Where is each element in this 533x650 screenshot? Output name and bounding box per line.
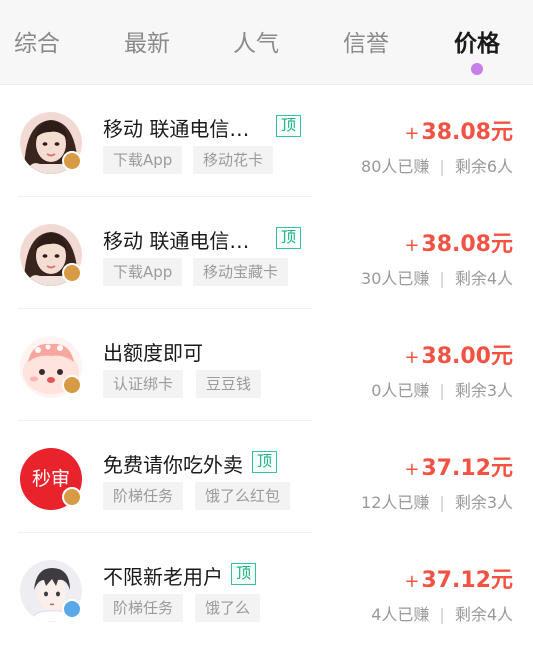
task-tag: 阶梯任务 xyxy=(103,482,184,510)
price-value: 38.08元 xyxy=(421,120,513,145)
task-tag: 认证绑卡 xyxy=(103,370,184,398)
remaining-count: 剩余4人 xyxy=(454,269,513,288)
active-tab-indicator xyxy=(471,63,483,75)
task-tag: 下载App xyxy=(103,146,183,174)
task-list-item[interactable]: 不限新老用户 顶 阶梯任务 饿了么 +37.12元 4人已赚 | 剩余4人 xyxy=(0,533,533,645)
remaining-count: 剩余6人 xyxy=(454,157,513,176)
task-stats: 80人已赚 | 剩余6人 xyxy=(361,153,513,177)
stats-divider: | xyxy=(439,269,445,288)
stats-divider: | xyxy=(439,381,445,400)
task-list-item[interactable]: 出额度即可 认证绑卡 豆豆钱 +38.00元 0人已赚 | 剩余3人 xyxy=(0,309,533,421)
reward-price: +37.12元 xyxy=(404,450,513,482)
task-title: 免费请你吃外卖 xyxy=(103,453,243,477)
earned-count: 0人已赚 xyxy=(371,381,430,400)
earned-count: 30人已赚 xyxy=(361,269,430,288)
remaining-count: 剩余3人 xyxy=(454,493,513,512)
price-value: 37.12元 xyxy=(421,456,513,481)
task-title: 移动 联通电信… xyxy=(103,229,250,253)
reward-price: +38.00元 xyxy=(404,338,513,370)
price-plus-sign: + xyxy=(404,235,420,256)
tab-newest[interactable]: 最新 xyxy=(124,24,170,58)
remaining-count: 剩余4人 xyxy=(454,605,513,624)
task-list: 移动 联通电信… 顶 下载App 移动花卡 +38.08元 80人已赚 | 剩余6人… xyxy=(0,85,533,645)
gold-level-badge-icon xyxy=(62,151,82,171)
task-tag: 移动花卡 xyxy=(193,146,274,174)
top-pinned-tag: 顶 xyxy=(252,451,278,473)
task-stats: 30人已赚 | 剩余4人 xyxy=(361,265,513,289)
task-title: 移动 联通电信… xyxy=(103,117,250,141)
price-value: 38.08元 xyxy=(421,232,513,257)
tab-popularity[interactable]: 人气 xyxy=(233,24,279,58)
blue-level-badge-icon xyxy=(62,599,82,619)
task-stats: 12人已赚 | 剩余3人 xyxy=(361,489,513,513)
reward-price: +38.08元 xyxy=(404,226,513,258)
price-plus-sign: + xyxy=(404,123,420,144)
gold-level-badge-icon xyxy=(62,375,82,395)
price-plus-sign: + xyxy=(404,459,420,480)
task-tag: 阶梯任务 xyxy=(103,594,184,622)
top-pinned-tag: 顶 xyxy=(276,227,302,249)
tab-comprehensive[interactable]: 综合 xyxy=(14,24,60,58)
task-tag: 饿了么红包 xyxy=(195,482,291,510)
remaining-count: 剩余3人 xyxy=(454,381,513,400)
reward-price: +38.08元 xyxy=(404,114,513,146)
top-pinned-tag: 顶 xyxy=(231,563,257,585)
task-stats: 4人已赚 | 剩余4人 xyxy=(371,601,513,625)
earned-count: 80人已赚 xyxy=(361,157,430,176)
task-list-item[interactable]: 移动 联通电信… 顶 下载App 移动花卡 +38.08元 80人已赚 | 剩余6人 xyxy=(0,85,533,197)
task-title: 出额度即可 xyxy=(103,341,203,365)
top-pinned-tag: 顶 xyxy=(276,115,302,137)
price-value: 38.00元 xyxy=(421,344,513,369)
tab-reputation[interactable]: 信誉 xyxy=(343,24,389,58)
stats-divider: | xyxy=(439,605,445,624)
task-tag: 移动宝藏卡 xyxy=(193,258,289,286)
price-plus-sign: + xyxy=(404,571,420,592)
stats-divider: | xyxy=(439,493,445,512)
price-value: 37.12元 xyxy=(421,568,513,593)
reward-price: +37.12元 xyxy=(404,562,513,594)
price-plus-sign: + xyxy=(404,347,420,368)
task-tag: 饿了么 xyxy=(195,594,261,622)
task-tag: 下载App xyxy=(103,258,183,286)
task-tag: 豆豆钱 xyxy=(196,370,262,398)
gold-level-badge-icon xyxy=(62,263,82,283)
task-title: 不限新老用户 xyxy=(103,565,223,589)
earned-count: 12人已赚 xyxy=(361,493,430,512)
tab-price[interactable]: 价格 xyxy=(454,24,500,58)
stats-divider: | xyxy=(439,157,445,176)
task-list-item[interactable]: 秒审 免费请你吃外卖 顶 阶梯任务 饿了么红包 +37.12元 12人已赚 | 剩余… xyxy=(0,421,533,533)
task-stats: 0人已赚 | 剩余3人 xyxy=(371,377,513,401)
sort-tab-bar: 综合 最新 人气 信誉 价格 xyxy=(0,0,533,85)
task-list-item[interactable]: 移动 联通电信… 顶 下载App 移动宝藏卡 +38.08元 30人已赚 | 剩余4… xyxy=(0,197,533,309)
gold-level-badge-icon xyxy=(62,487,82,507)
earned-count: 4人已赚 xyxy=(371,605,430,624)
